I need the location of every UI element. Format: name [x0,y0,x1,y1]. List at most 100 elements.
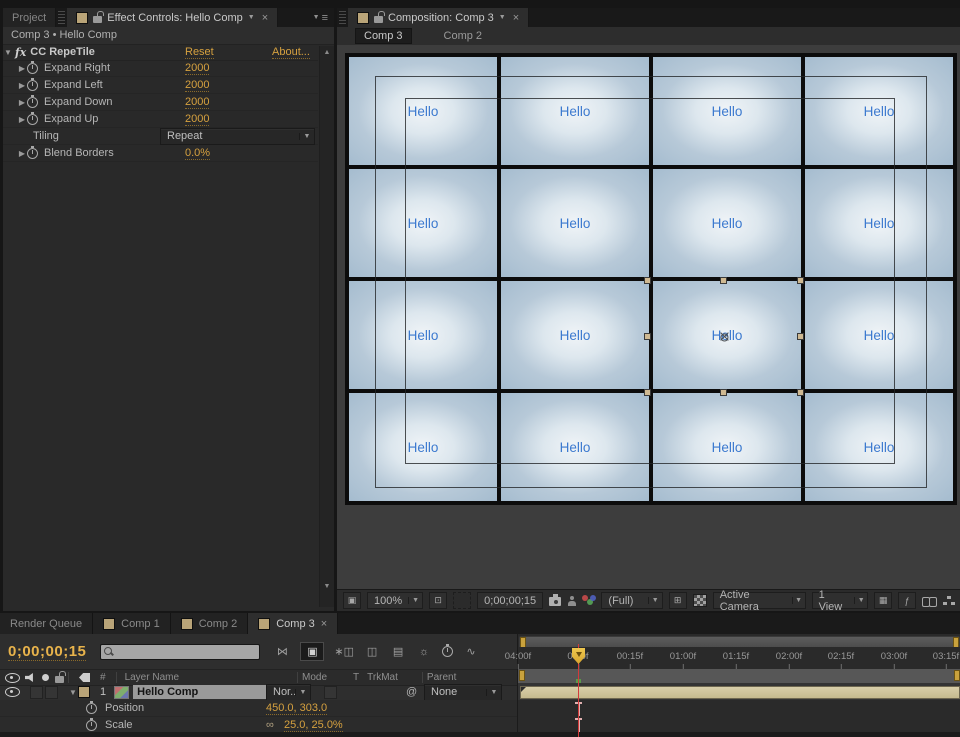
property-value[interactable]: 2000 [185,62,209,75]
effect-property-row[interactable]: ▶ Blend Borders 0.0% 0.0% ▼ [3,145,318,162]
selection-handle[interactable] [797,277,804,284]
transparency-grid-icon[interactable] [693,594,707,607]
mode-column-header[interactable]: Mode [302,672,327,683]
blend-mode-dropdown[interactable]: Nor... ▼ [266,684,311,701]
expand-triangle-icon[interactable]: ▶ [17,98,27,107]
effect-reset-link[interactable]: Reset [185,46,214,59]
frame-blending-icon[interactable]: ◫ [364,645,380,658]
selection-handle[interactable] [797,389,804,396]
timeline-tab[interactable]: Comp 3 × [248,613,338,634]
close-tab-icon[interactable]: × [513,12,519,24]
expand-triangle-icon[interactable]: ▶ [17,149,27,158]
solo-toggle[interactable] [30,686,43,699]
panel-menu-button[interactable]: ▼ ≡ [307,8,334,27]
selection-handle[interactable] [644,333,651,340]
effect-property-row[interactable]: ▶ Tiling Repeat Repeat ▼ [3,128,318,145]
property-dropdown[interactable]: Repeat ▼ [160,128,315,145]
composition-viewer[interactable]: HelloHelloHelloHelloHelloHelloHelloHello… [337,45,960,590]
view-layout-dropdown[interactable]: 1 View ▼ [812,592,868,609]
comp-nav-tab[interactable]: Comp 3 [355,28,412,44]
timeline-tab[interactable]: Comp 2 × [171,613,249,634]
work-area-end-handle[interactable] [954,670,960,681]
magnification-dropdown[interactable]: 100% ▼ [367,592,423,609]
selection-handle[interactable] [720,277,727,284]
layer-track[interactable] [518,683,960,701]
effect-controls-scrollbar[interactable]: ▲ ▼ [319,46,334,607]
panel-gripper[interactable] [58,11,65,24]
current-time-display[interactable]: 0;00;00;15 [8,643,86,661]
layer-name-column-header[interactable]: Layer Name [125,672,179,683]
effect-property-row[interactable]: ▶ Expand Left 2000 2000 ▼ [3,77,318,94]
timeline-tab[interactable]: Comp 1 × [93,613,171,634]
expand-triangle-icon[interactable]: ▶ [17,81,27,90]
flowchart-icon[interactable] [943,596,954,606]
hide-shy-layers-icon[interactable]: ∗◫ [334,645,354,658]
exposure-icon[interactable]: ƒ [898,592,916,609]
timeline-search-input[interactable] [100,644,260,660]
tab-dropdown-icon[interactable]: ▼ [248,14,255,21]
lock-icon[interactable] [93,16,102,23]
lock-toggle[interactable] [45,686,58,699]
effect-property-row[interactable]: ▶ Expand Up 2000 2000 ▼ [3,111,318,128]
work-area-start-handle[interactable] [519,670,525,681]
effect-property-row[interactable]: ▶ Expand Right 2000 2000 ▼ [3,60,318,77]
stopwatch-icon[interactable] [27,97,38,108]
t-column-header[interactable]: T [353,672,359,683]
scroll-down-icon[interactable]: ▼ [320,580,334,593]
comp-nav-tab[interactable]: Comp 2 [436,29,491,43]
close-tab-icon[interactable]: × [321,618,327,630]
audio-column-icon[interactable] [25,673,36,682]
effect-about-link[interactable]: About... [272,46,310,59]
layer-duration-bar[interactable] [520,686,960,699]
property-value[interactable]: 2000 [185,96,209,109]
layer-selection-box[interactable] [648,281,800,392]
work-area-bar[interactable] [518,669,960,684]
expand-triangle-icon[interactable]: ▶ [17,115,27,124]
selection-handle[interactable] [644,277,651,284]
effect-header-row[interactable]: ▼ fx CC RepeTile Reset About... [3,44,318,61]
graph-editor-icon[interactable]: ∿ [463,645,479,658]
property-value[interactable]: 450.0, 303.0 [266,702,327,715]
selection-handle[interactable] [644,389,651,396]
stopwatch-icon[interactable] [86,703,97,714]
layer-expand-triangle-icon[interactable]: ▼ [68,688,78,697]
binoculars-icon[interactable] [922,597,937,606]
layer-property-row[interactable]: Position ∞ 450.0, 303.0 [0,700,517,717]
region-of-interest-icon[interactable] [453,592,471,609]
stopwatch-icon[interactable] [27,80,38,91]
comp-mini-flowchart-icon[interactable]: ⋈ [274,645,290,658]
lock-icon[interactable] [374,16,383,23]
trkmat-column-header[interactable]: TrkMat [367,672,398,683]
resolution-dropdown[interactable]: (Full) ▼ [601,592,662,609]
preserve-transparency-toggle[interactable] [324,686,337,699]
grid-guides-icon[interactable]: ▦ [874,592,892,609]
parent-dropdown[interactable]: None ▼ [424,684,502,701]
tab-project[interactable]: Project [3,8,56,27]
property-value[interactable]: 25.0, 25.0% [284,719,343,732]
snapshot-icon[interactable] [549,597,561,606]
collapse-triangle-icon[interactable]: ▼ [3,48,13,57]
stopwatch-icon[interactable] [27,114,38,125]
panel-gripper[interactable] [339,11,346,24]
safe-margins-icon[interactable]: ⊡ [429,592,447,609]
video-column-icon[interactable] [5,673,20,683]
effect-property-row[interactable]: ▶ Expand Down 2000 2000 ▼ [3,94,318,111]
show-snapshot-icon[interactable] [567,596,576,606]
layer-label-swatch[interactable] [78,686,90,698]
property-value[interactable]: 2000 [185,113,209,126]
lock-column-icon[interactable] [55,676,64,683]
toggle-viewer-icon[interactable]: ▣ [343,592,361,609]
label-column-icon[interactable] [79,673,90,682]
layer-visibility-icon[interactable] [5,687,20,697]
expand-triangle-icon[interactable]: ▶ [17,64,27,73]
scale-keyframe-track[interactable] [518,716,960,733]
auto-keyframe-icon[interactable] [442,646,453,657]
comp-tile-grid[interactable]: HelloHelloHelloHelloHelloHelloHelloHello… [345,53,957,505]
layer-row[interactable]: ▼ 1 Hello Comp Nor... ▼ @ None ▼ [0,684,517,701]
target-region-icon[interactable]: ⊞ [669,592,687,609]
selection-handle[interactable] [720,389,727,396]
stopwatch-icon[interactable] [27,63,38,74]
viewer-timecode[interactable]: 0;00;00;15 [477,592,543,609]
parent-column-header[interactable]: Parent [427,672,456,683]
parent-pick-whip-icon[interactable]: @ [406,686,417,698]
